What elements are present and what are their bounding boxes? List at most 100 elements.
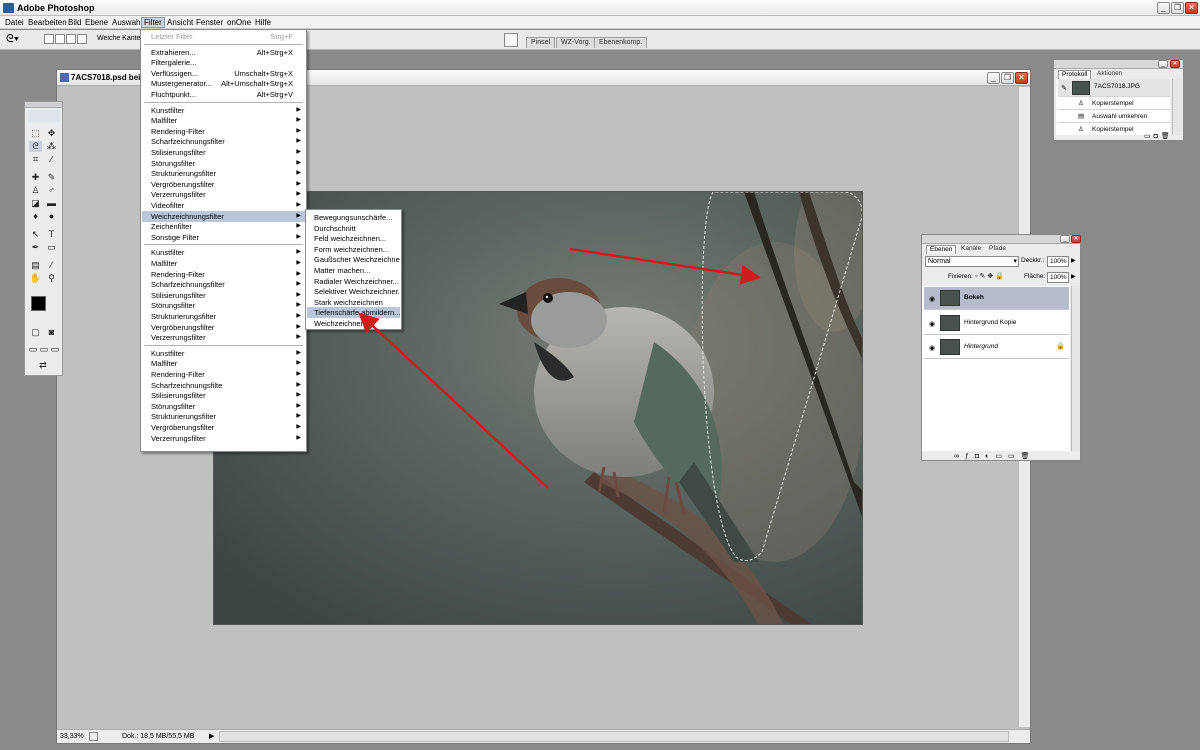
history-step[interactable]: ▤ Auswahl umkehren	[1058, 111, 1170, 123]
zoom-level[interactable]: 33,33%	[60, 733, 84, 740]
dodge-tool-icon[interactable]: ●	[45, 211, 58, 222]
menu-filter[interactable]: Filter	[141, 17, 165, 28]
blur-tool-icon[interactable]: ♦	[29, 211, 42, 222]
filter-menu-item[interactable]: Rendering-Filter ▶	[142, 269, 305, 280]
filter-menu-item[interactable]: Letzter Filter Strg+F	[142, 31, 305, 42]
menu-auswahl[interactable]: Auswahl	[110, 17, 144, 28]
history-minimize-button[interactable]: _	[1158, 60, 1168, 68]
lock-icons[interactable]: ▫✎✥🔒	[975, 272, 1006, 280]
filter-menu-item[interactable]: Weichzeichnungsfilter ▶	[142, 210, 305, 222]
filter-menu-item[interactable]: Videofilter ▶	[142, 200, 305, 211]
shape-tool-icon[interactable]: ▭	[45, 242, 58, 253]
snapshot-brush-icon[interactable]: ✎	[1061, 83, 1067, 95]
marquee-tool-icon[interactable]: ⬚	[29, 128, 42, 139]
filter-menu-item[interactable]: Vergröberungsfilter ▶	[142, 322, 305, 333]
magic-wand-icon[interactable]: ⁂	[45, 141, 58, 152]
restore-button[interactable]: ❐	[1171, 2, 1184, 14]
filter-menu-item[interactable]: Rendering-Filter ▶	[142, 126, 305, 137]
filter-menu-item[interactable]: Sonstige Filter ▶	[142, 232, 305, 243]
lasso-tool-preset-icon[interactable]: ᘓ▾	[6, 33, 30, 47]
filter-menu-item[interactable]: Filtergalerie...	[142, 57, 305, 68]
layers-scrollbar[interactable]	[1071, 286, 1080, 451]
screen-mode-2-icon[interactable]: ▭	[39, 344, 49, 355]
filter-menu-item[interactable]: Störungsfilter ▶	[142, 158, 305, 169]
menu-hilfe[interactable]: Hilfe	[253, 17, 273, 28]
layers-footer-icons[interactable]: ∞ƒ◘◐▭▭🗑	[954, 452, 1035, 460]
layers-close-button[interactable]: ✕	[1071, 235, 1081, 243]
menu-bild[interactable]: Bild	[66, 17, 83, 28]
screen-mode-3-icon[interactable]: ▭	[50, 344, 60, 355]
intersect-selection-icon[interactable]	[77, 34, 87, 44]
history-step[interactable]: ♙ Kopierstempel	[1058, 98, 1170, 110]
filter-menu-item[interactable]: Stilisierungsfilter ▶	[142, 290, 305, 301]
filter-menu-item[interactable]: Verzerrungsfilter ▶	[142, 433, 305, 444]
filter-menu-item[interactable]: Störungsfilter ▶	[142, 300, 305, 311]
history-scrollbar[interactable]	[1172, 79, 1182, 135]
tab-pfade[interactable]: Pfade	[986, 245, 1009, 254]
blur-submenu-item[interactable]: Durchschnitt	[307, 223, 400, 234]
blur-submenu-item[interactable]: Stark weichzeichnen	[307, 297, 400, 308]
foreground-color-swatch[interactable]	[31, 296, 46, 311]
filter-menu-item[interactable]: Kunstfilter ▶	[142, 105, 305, 116]
healing-brush-icon[interactable]: ✚	[29, 172, 42, 183]
tab-kanaele[interactable]: Kanäle	[958, 245, 984, 254]
visibility-eye-icon[interactable]: ◉	[929, 295, 935, 303]
history-panel-titlebar[interactable]: _ ✕	[1054, 60, 1183, 69]
history-close-button[interactable]: ✕	[1170, 60, 1180, 68]
blur-submenu-item[interactable]: Matter machen...	[307, 265, 400, 276]
horizontal-scrollbar[interactable]	[219, 731, 1009, 742]
brush-tool-icon[interactable]: ✎	[45, 172, 58, 183]
filter-menu-item[interactable]: Stilisierungsfilter ▶	[142, 147, 305, 158]
palette-well-icon[interactable]	[504, 33, 518, 47]
zoom-tool-icon[interactable]: ⚲	[45, 273, 58, 284]
well-tab[interactable]: WZ-Vorg.	[556, 37, 596, 48]
menu-datei[interactable]: Datei	[3, 17, 26, 28]
new-selection-icon[interactable]	[44, 34, 54, 44]
blur-submenu-item[interactable]: Tiefenschärfe abmildern...	[307, 307, 400, 319]
path-selection-icon[interactable]: ↖	[29, 229, 42, 240]
status-arrow-icon[interactable]: ▶	[209, 732, 214, 740]
layer-row[interactable]: ◉ Hintergrund Kopie	[924, 312, 1069, 335]
quick-mask-icon[interactable]: ◙	[45, 327, 58, 338]
filter-menu-item[interactable]: Malfilter ▶	[142, 258, 305, 269]
crop-tool-icon[interactable]: ⌗	[29, 154, 42, 165]
eraser-tool-icon[interactable]: ◪	[29, 198, 42, 209]
notes-tool-icon[interactable]: ▤	[29, 260, 42, 271]
blur-submenu-item[interactable]: Form weichzeichnen...	[307, 244, 400, 255]
blur-submenu-item[interactable]: Gaußscher Weichzeichner...	[307, 254, 400, 265]
layer-row[interactable]: ◉ Bokeh	[924, 287, 1069, 310]
toolbox-header[interactable]	[25, 102, 62, 108]
filter-menu-item[interactable]: Scharfzeichnungsfilter ▶	[142, 136, 305, 147]
blend-mode-select[interactable]: Normal ▾	[925, 256, 1019, 267]
menu-ebene[interactable]: Ebene	[83, 17, 110, 28]
tab-ebenen[interactable]: Ebenen	[926, 245, 957, 254]
layer-row[interactable]: ◉ Hintergrund 🔒	[924, 336, 1069, 359]
menu-fenster[interactable]: Fenster	[194, 17, 225, 28]
filter-menu-item[interactable]: Vergröberungsfilter ▶	[142, 179, 305, 190]
status-icon[interactable]	[89, 732, 98, 741]
gradient-tool-icon[interactable]: ▬	[45, 198, 58, 209]
filter-menu-item[interactable]: Strukturierungsfilter ▶	[142, 311, 305, 322]
filter-menu-item[interactable]: Malfilter ▶	[142, 115, 305, 126]
slice-tool-icon[interactable]: ∕	[45, 154, 58, 165]
filter-menu-item[interactable]: Mustergenerator... Alt+Umschalt+Strg+X	[142, 78, 305, 89]
filter-menu-item[interactable]: Fluchtpunkt... Alt+Strg+V	[142, 89, 305, 100]
filter-menu-item[interactable]: Malfilter ▶	[142, 358, 305, 369]
filter-menu-item[interactable]: Verzerrungsfilter ▶	[142, 189, 305, 200]
doc-close-button[interactable]: ✕	[1015, 72, 1028, 84]
blur-submenu-item[interactable]: Bewegungsunschärfe...	[307, 212, 400, 223]
menu-ansicht[interactable]: Ansicht	[165, 17, 195, 28]
opacity-field[interactable]: 100%	[1047, 256, 1069, 267]
move-tool-icon[interactable]: ✥	[45, 128, 58, 139]
layers-minimize-button[interactable]: _	[1060, 235, 1070, 243]
filter-menu-item[interactable]: Störungsfilter ▶	[142, 401, 305, 412]
filter-menu-item[interactable]: Rendering-Filter ▶	[142, 369, 305, 380]
tab-protokoll[interactable]: Protokoll	[1058, 70, 1092, 79]
screen-mode-1-icon[interactable]: ▭	[28, 344, 38, 355]
close-button[interactable]: ✕	[1185, 2, 1198, 14]
filter-menu-item[interactable]: Zeichenfilter ▶	[142, 221, 305, 232]
hand-tool-icon[interactable]: ✋	[29, 273, 42, 284]
filter-menu-item[interactable]: Stilisierungsfilter ▶	[142, 390, 305, 401]
filter-menu-item[interactable]: Scharfzeichnungsfilter ▶	[142, 279, 305, 290]
doc-minimize-button[interactable]: _	[987, 72, 1000, 84]
